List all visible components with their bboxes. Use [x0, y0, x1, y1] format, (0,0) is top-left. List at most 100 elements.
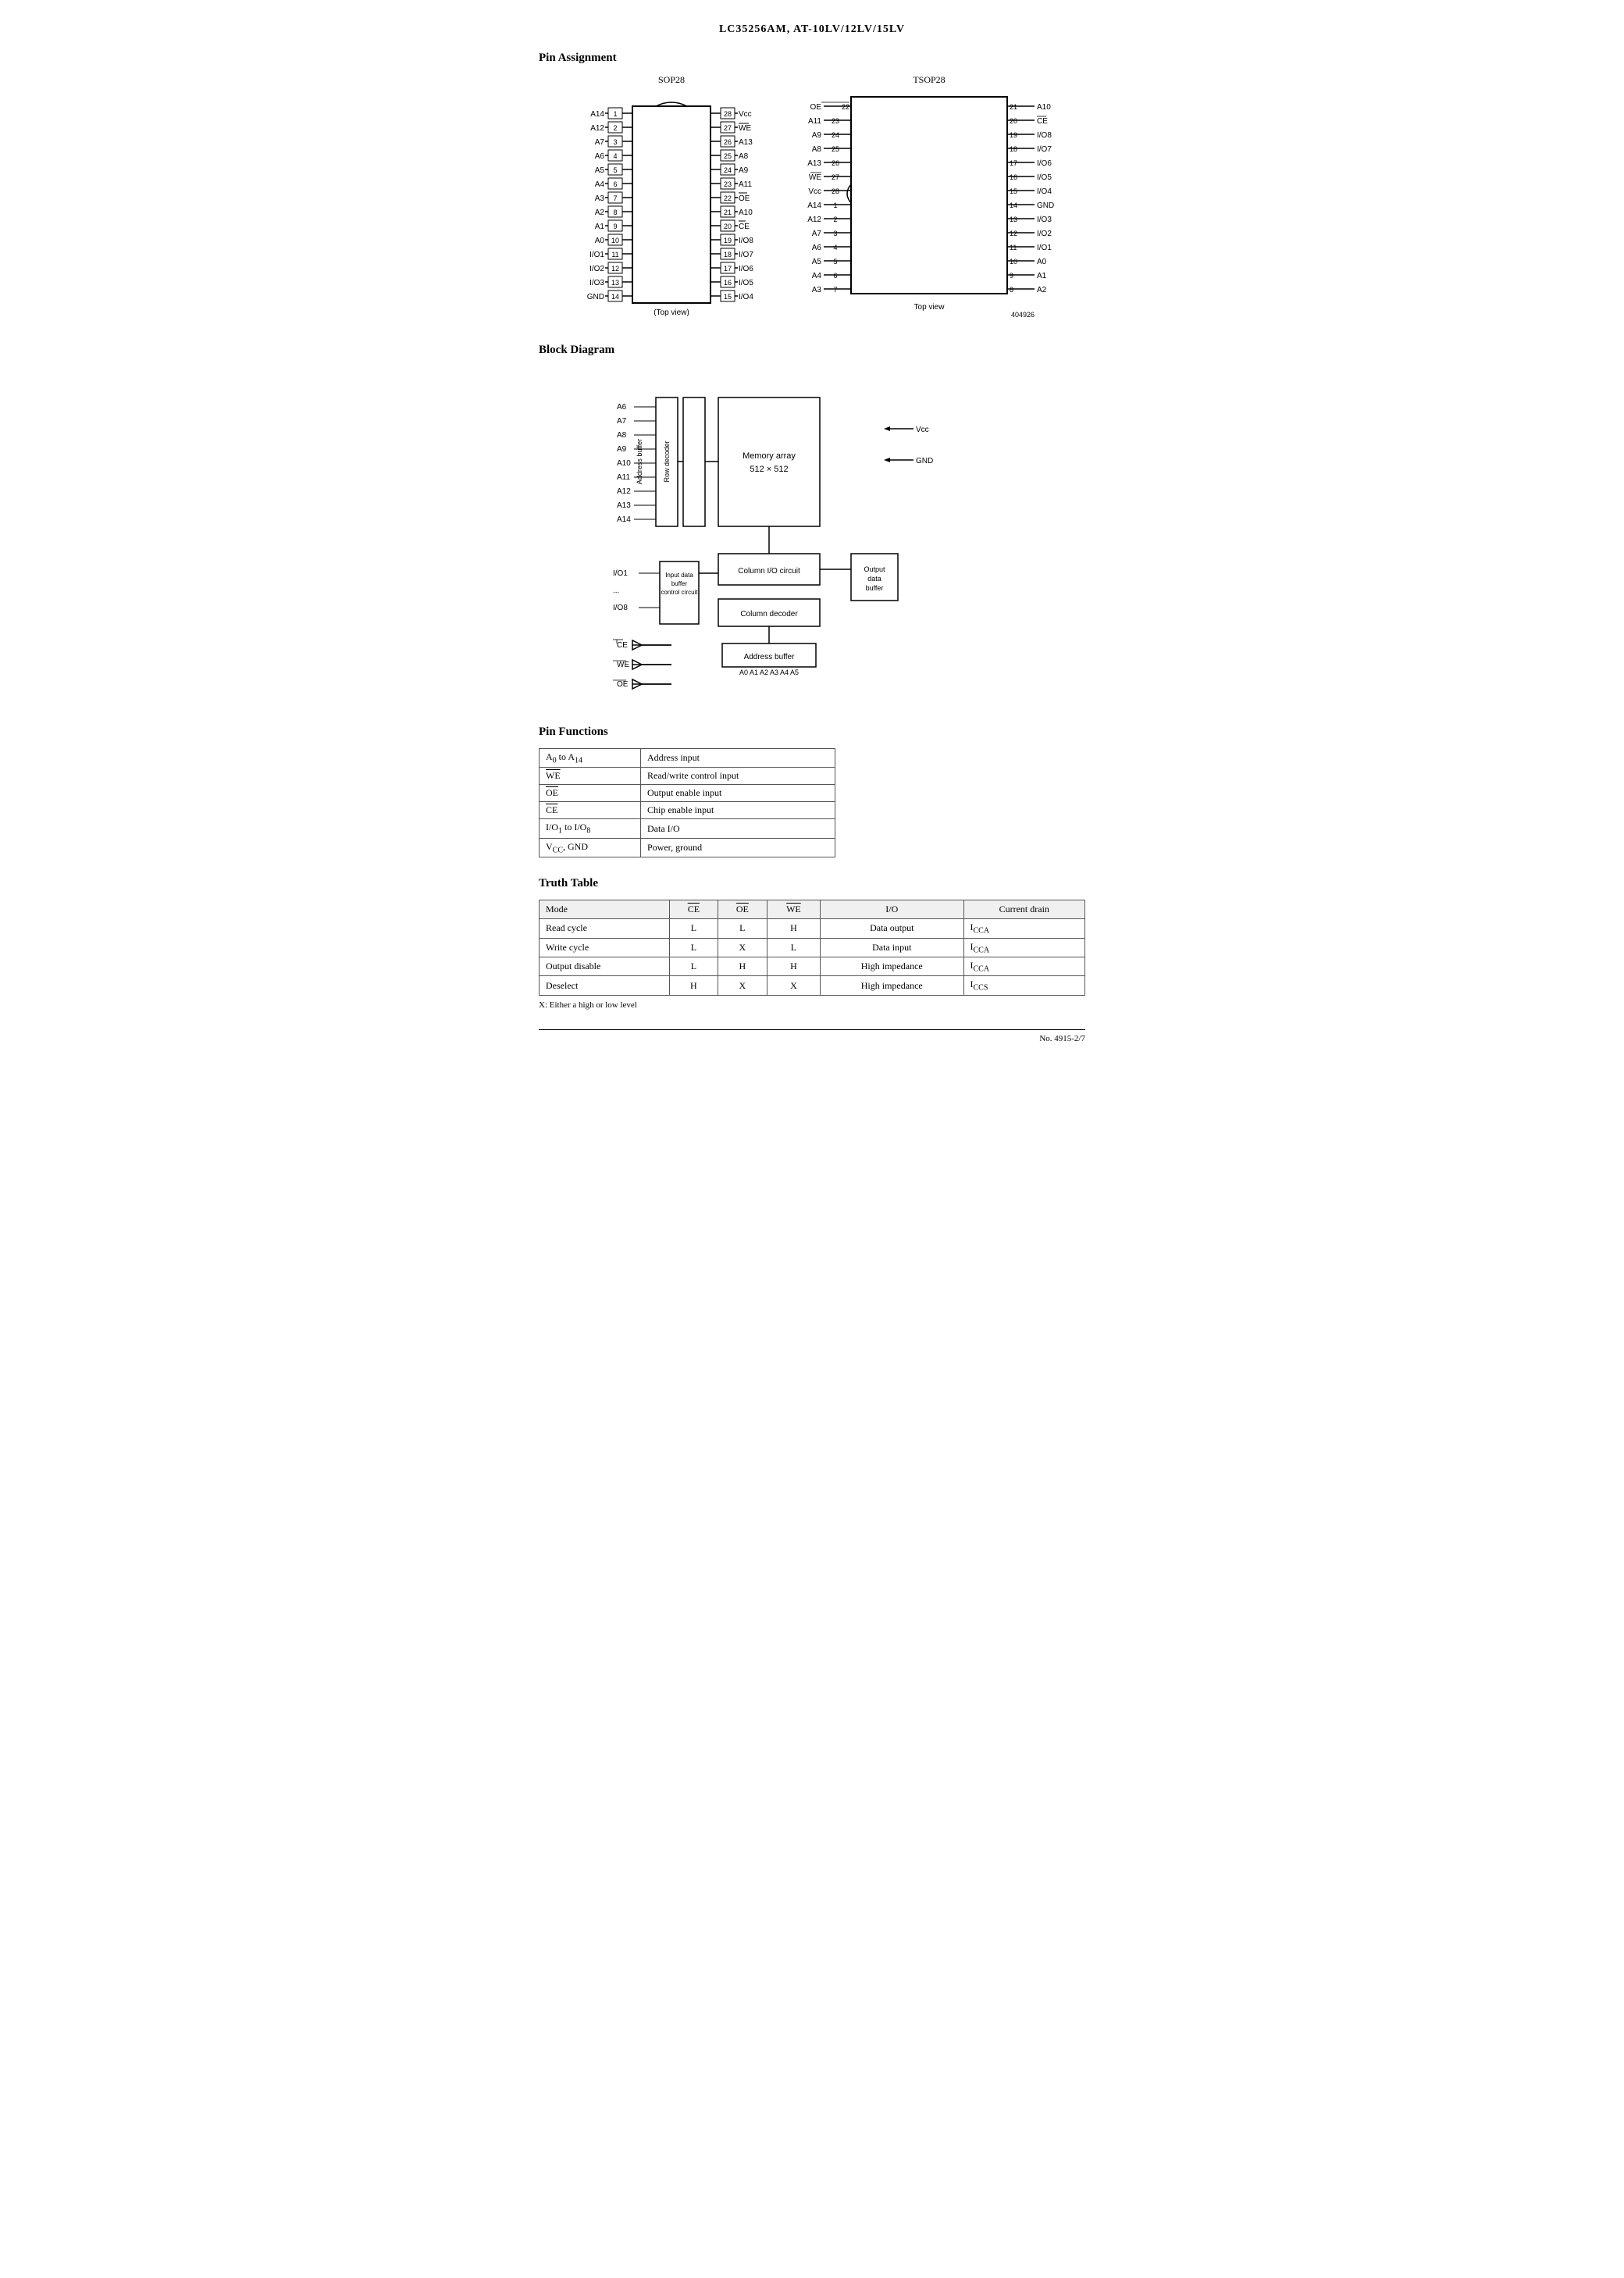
tsop28-label: TSOP28: [804, 74, 1054, 86]
svg-text:I/O7: I/O7: [1037, 145, 1052, 154]
svg-text:A2: A2: [1037, 286, 1047, 294]
svg-text:I/O2: I/O2: [1037, 230, 1052, 238]
svg-text:6: 6: [833, 272, 837, 280]
page-title: LC35256AM, AT-10LV/12LV/15LV: [539, 23, 1085, 36]
col-we: WE: [767, 900, 820, 919]
svg-text:8: 8: [1010, 286, 1013, 294]
svg-text:Address buffer: Address buffer: [636, 439, 643, 484]
cell-mode: Read cycle: [540, 919, 670, 938]
svg-text:24: 24: [832, 131, 839, 139]
svg-text:I/O3: I/O3: [1037, 216, 1052, 224]
svg-text:A0: A0: [1037, 258, 1047, 266]
svg-text:14: 14: [611, 293, 619, 301]
col-mode: Mode: [540, 900, 670, 919]
svg-text:A1: A1: [595, 223, 605, 231]
svg-text:13: 13: [611, 279, 619, 287]
svg-text:A10: A10: [739, 209, 753, 217]
block-diagram-svg: A6 A7 A8 A9 A10 A11 A12 A13 A14 Address …: [609, 366, 1015, 702]
svg-text:Vcc: Vcc: [739, 110, 752, 119]
svg-text:12: 12: [611, 265, 619, 273]
svg-text:15: 15: [1010, 187, 1017, 195]
svg-text:404926: 404926: [1011, 311, 1035, 317]
svg-text:26: 26: [724, 138, 732, 146]
pin-name: OE: [540, 785, 641, 802]
svg-text:A7: A7: [617, 417, 627, 426]
svg-text:A0 A1 A2 A3 A4 A5: A0 A1 A2 A3 A4 A5: [739, 668, 799, 676]
col-io: I/O: [821, 900, 964, 919]
sop28-diagram: SOP28 1 A14 2 A12: [570, 74, 773, 320]
cell-ce: L: [669, 919, 718, 938]
svg-text:A9: A9: [617, 445, 627, 454]
pin-functions-title: Pin Functions: [539, 725, 835, 739]
table-row: VCC, GND Power, ground: [540, 838, 835, 857]
cell-oe: L: [718, 919, 767, 938]
svg-text:A12: A12: [807, 216, 821, 224]
svg-text:WE: WE: [809, 173, 821, 182]
svg-text:data: data: [867, 575, 881, 583]
cell-we: H: [767, 957, 820, 975]
svg-text:3: 3: [613, 138, 617, 146]
cell-mode: Output disable: [540, 957, 670, 975]
cell-current: ICCS: [963, 976, 1084, 995]
svg-text:I/O3: I/O3: [589, 279, 604, 287]
svg-text:5: 5: [833, 258, 837, 266]
svg-text:A12: A12: [590, 124, 604, 133]
svg-text:WE: WE: [739, 124, 751, 133]
svg-text:1: 1: [833, 201, 837, 209]
pin-function: Power, ground: [641, 838, 835, 857]
page-number: No. 4915-2/7: [1039, 1034, 1085, 1043]
svg-text:1: 1: [613, 110, 617, 118]
svg-text:11: 11: [1010, 244, 1017, 251]
pin-function: Chip enable input: [641, 802, 835, 819]
svg-text:A7: A7: [595, 138, 605, 147]
cell-we: X: [767, 976, 820, 995]
svg-text:19: 19: [724, 237, 732, 244]
svg-text:A10: A10: [617, 459, 631, 468]
svg-text:512 × 512: 512 × 512: [750, 465, 788, 474]
svg-text:I/O8: I/O8: [1037, 131, 1052, 140]
svg-text:I/O7: I/O7: [739, 251, 753, 259]
svg-text:GND: GND: [916, 457, 933, 465]
two-col-layout: Pin Functions A0 to A14 Address input WE…: [539, 725, 1085, 857]
svg-text:9: 9: [1010, 272, 1013, 280]
svg-text:9: 9: [613, 223, 617, 230]
svg-text:A4: A4: [812, 272, 822, 280]
table-header-row: Mode CE OE WE I/O Current drain: [540, 900, 1085, 919]
truth-table-title: Truth Table: [539, 877, 1085, 890]
truth-table-section: Truth Table Mode CE OE WE I/O Current dr…: [539, 877, 1085, 1010]
svg-text:buffer: buffer: [671, 580, 688, 587]
svg-text:A6: A6: [617, 403, 627, 412]
pin-name: A0 to A14: [540, 749, 641, 768]
svg-text:Input data: Input data: [665, 572, 693, 579]
svg-text:10: 10: [1010, 258, 1017, 266]
table-row: Deselect H X X High impedance ICCS: [540, 976, 1085, 995]
cell-io: High impedance: [821, 976, 964, 995]
svg-text:2: 2: [833, 216, 837, 223]
block-diagram-title: Block Diagram: [539, 344, 1085, 357]
pin-function: Data I/O: [641, 819, 835, 838]
svg-text:Memory array: Memory array: [743, 451, 796, 461]
svg-text:I/O4: I/O4: [1037, 187, 1052, 196]
svg-text:A14: A14: [590, 110, 604, 119]
svg-text:2: 2: [613, 124, 617, 132]
svg-text:A5: A5: [595, 166, 605, 175]
pin-assignment-section: Pin Assignment SOP28 1 A14 2 A12: [539, 52, 1085, 320]
svg-text:A7: A7: [812, 230, 822, 238]
table-row: A0 to A14 Address input: [540, 749, 835, 768]
pin-name: I/O1 to I/O8: [540, 819, 641, 838]
cell-oe: H: [718, 957, 767, 975]
col-oe: OE: [718, 900, 767, 919]
pin-function: Read/write control input: [641, 768, 835, 785]
svg-text:(Top view): (Top view): [654, 308, 689, 317]
svg-text:CE: CE: [617, 641, 628, 650]
svg-text:I/O2: I/O2: [589, 265, 604, 273]
svg-text:Address buffer: Address buffer: [744, 653, 796, 661]
cell-current: ICCA: [963, 938, 1084, 957]
cell-we: H: [767, 919, 820, 938]
svg-text:A12: A12: [617, 487, 631, 496]
svg-text:18: 18: [724, 251, 732, 258]
svg-text:I/O5: I/O5: [1037, 173, 1052, 182]
svg-text:17: 17: [724, 265, 732, 273]
pin-functions-table: A0 to A14 Address input WE Read/write co…: [539, 748, 835, 857]
cell-current: ICCA: [963, 919, 1084, 938]
